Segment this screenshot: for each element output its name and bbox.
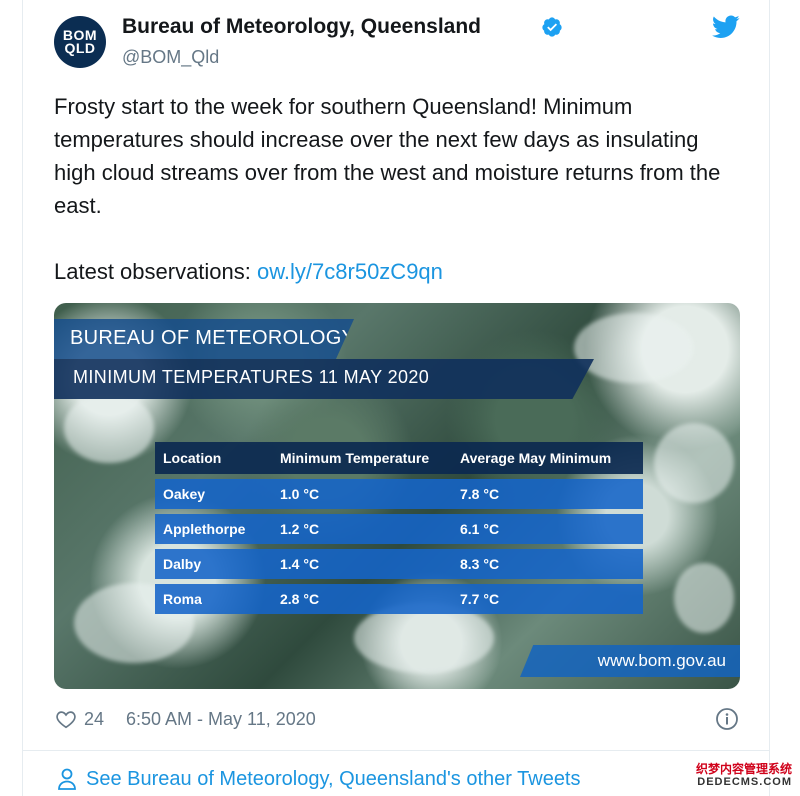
verified-badge-icon — [542, 17, 562, 37]
like-count[interactable]: 24 — [84, 709, 104, 730]
cell-location: Roma — [155, 584, 272, 614]
footer-divider — [22, 750, 770, 751]
twitter-bird-icon[interactable] — [712, 15, 740, 39]
cell-avg-min: 7.7 °C — [452, 584, 643, 614]
table-row: Oakey 1.0 °C 7.8 °C — [155, 479, 643, 509]
frost-leaf — [674, 563, 734, 633]
cell-avg-min: 7.8 °C — [452, 479, 643, 509]
cell-min-temp: 1.0 °C — [272, 479, 452, 509]
cell-location: Oakey — [155, 479, 272, 509]
cell-location: Dalby — [155, 549, 272, 579]
account-handle[interactable]: @BOM_Qld — [122, 47, 219, 68]
account-name[interactable]: Bureau of Meteorology, Queensland — [122, 15, 481, 39]
banner-subtitle-text: MINIMUM TEMPERATURES 11 MAY 2020 — [73, 367, 430, 387]
frost-leaf — [654, 423, 734, 503]
table-row: Dalby 1.4 °C 8.3 °C — [155, 549, 643, 579]
watermark: 织梦内容管理系统 DEDECMS.COM — [684, 758, 796, 792]
heart-icon[interactable] — [55, 708, 77, 730]
temperature-table: Location Minimum Temperature Average May… — [155, 437, 643, 619]
avatar-text-qld: QLD — [64, 40, 96, 56]
watermark-line1: 织梦内容管理系统 — [695, 762, 792, 776]
avatar[interactable]: BOM QLD — [54, 16, 106, 68]
table-row: Applethorpe 1.2 °C 6.1 °C — [155, 514, 643, 544]
table-row: Roma 2.8 °C 7.7 °C — [155, 584, 643, 614]
observations-link[interactable]: ow.ly/7c8r50zC9qn — [257, 259, 443, 284]
cell-avg-min: 8.3 °C — [452, 549, 643, 579]
cell-location: Applethorpe — [155, 514, 272, 544]
cell-avg-min: 6.1 °C — [452, 514, 643, 544]
observations-prefix: Latest observations: — [54, 259, 258, 284]
header-avg-min: Average May Minimum — [452, 442, 643, 474]
frost-leaf — [64, 393, 154, 463]
info-icon[interactable] — [715, 707, 739, 731]
bom-url-text: www.bom.gov.au — [597, 651, 726, 670]
banner-subtitle: MINIMUM TEMPERATURES 11 MAY 2020 — [54, 359, 594, 399]
cell-min-temp: 1.2 °C — [272, 514, 452, 544]
person-icon[interactable] — [57, 768, 77, 790]
header-location: Location — [155, 442, 272, 474]
table-header-row: Location Minimum Temperature Average May… — [155, 442, 643, 474]
tweet-text: Frosty start to the week for southern Qu… — [54, 94, 721, 218]
tweet-image[interactable]: BUREAU OF METEOROLOGY MINIMUM TEMPERATUR… — [54, 303, 740, 689]
tweet-timestamp[interactable]: 6:50 AM - May 11, 2020 — [126, 709, 316, 730]
cell-min-temp: 2.8 °C — [272, 584, 452, 614]
see-other-tweets-link[interactable]: See Bureau of Meteorology, Queensland's … — [86, 768, 581, 791]
header-min-temp: Minimum Temperature — [272, 442, 452, 474]
watermark-line2: DEDECMS.COM — [697, 776, 792, 788]
frost-leaf — [574, 313, 694, 383]
banner-title-text: BUREAU OF METEOROLOGY — [70, 327, 356, 349]
cell-min-temp: 1.4 °C — [272, 549, 452, 579]
observations-line: Latest observations: ow.ly/7c8r50zC9qn — [54, 255, 443, 288]
bom-url-tag: www.bom.gov.au — [520, 645, 740, 677]
banner-title: BUREAU OF METEOROLOGY — [54, 319, 354, 359]
